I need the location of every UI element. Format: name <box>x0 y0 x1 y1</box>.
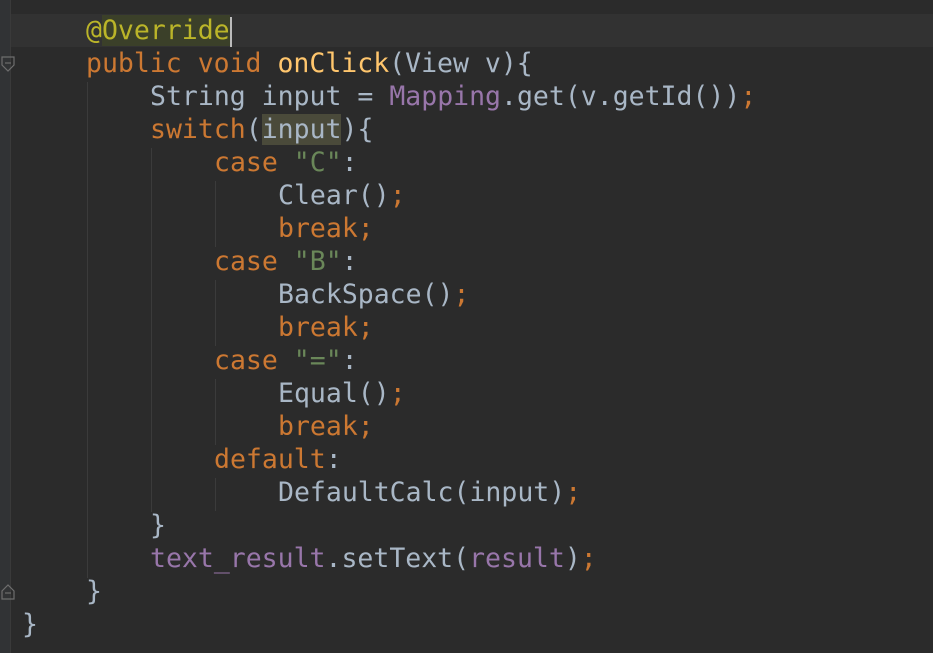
code-token: switch <box>150 114 246 145</box>
code-line[interactable]: text_result.setText(result); <box>22 542 597 575</box>
code-token: : <box>341 147 358 178</box>
code-token: ( <box>245 114 262 145</box>
code-token: ; <box>453 279 470 310</box>
code-token: Mapping <box>389 81 502 112</box>
code-token: Clear() <box>278 180 390 211</box>
code-line[interactable]: String input = Mapping.get(v.getId()); <box>22 80 756 113</box>
code-line[interactable]: DefaultCalc(input); <box>22 476 581 509</box>
code-token: default <box>214 444 326 475</box>
editor-gutter <box>0 0 10 653</box>
code-line[interactable]: Equal(); <box>22 377 406 410</box>
code-token: public <box>86 48 198 79</box>
code-token: (View v){ <box>389 48 533 79</box>
code-line[interactable]: case "B": <box>22 245 358 278</box>
code-line[interactable]: public void onClick(View v){ <box>22 47 533 80</box>
code-token: .get(v.getId()) <box>501 81 741 112</box>
code-line[interactable]: case "C": <box>22 146 358 179</box>
code-line[interactable]: switch(input){ <box>22 113 373 146</box>
code-token: : <box>341 246 358 277</box>
text-caret <box>229 16 232 47</box>
code-token: ; <box>740 81 757 112</box>
code-line[interactable]: Clear(); <box>22 179 406 212</box>
code-token: DefaultCalc(input) <box>278 477 566 508</box>
code-line[interactable]: } <box>22 509 166 542</box>
code-line[interactable]: break; <box>22 212 374 245</box>
code-token: String input = <box>150 81 390 112</box>
code-token: case <box>214 246 294 277</box>
fold-open-icon[interactable] <box>1 56 15 72</box>
code-token: "B" <box>293 246 342 277</box>
code-token: ; <box>389 378 406 409</box>
code-token: BackSpace() <box>278 279 454 310</box>
code-token: } <box>150 510 166 541</box>
code-token: void <box>197 48 278 79</box>
code-token: break; <box>278 411 374 442</box>
code-line[interactable]: break; <box>22 410 374 443</box>
code-token: Override <box>101 15 230 46</box>
code-line[interactable]: break; <box>22 311 374 344</box>
code-token: ; <box>565 477 582 508</box>
code-line[interactable]: @Override <box>22 14 232 47</box>
code-token: onClick <box>277 48 390 79</box>
code-token: case <box>214 345 294 376</box>
code-token: ; <box>389 180 406 211</box>
code-line[interactable]: } <box>22 608 38 641</box>
code-token: } <box>22 609 38 640</box>
code-line[interactable]: } <box>22 575 102 608</box>
code-editor[interactable]: @Override public void onClick(View v){Str… <box>0 0 933 653</box>
code-line[interactable]: case "=": <box>22 344 358 377</box>
code-token: : <box>341 345 358 376</box>
code-token: case <box>214 147 294 178</box>
code-token: } <box>86 576 102 607</box>
code-line[interactable]: default: <box>22 443 342 476</box>
code-line[interactable]: BackSpace(); <box>22 278 469 311</box>
code-token: "C" <box>293 147 342 178</box>
code-token: : <box>325 444 342 475</box>
code-token: Equal() <box>278 378 390 409</box>
code-token: break; <box>278 213 374 244</box>
code-token: break; <box>278 312 374 343</box>
fold-close-icon[interactable] <box>1 584 15 600</box>
code-token: @ <box>86 15 102 46</box>
code-token: ; <box>580 543 597 574</box>
code-token: input <box>261 114 342 145</box>
code-token: result <box>469 543 565 574</box>
code-token: ){ <box>341 114 374 145</box>
code-token: text_result <box>150 543 326 574</box>
code-token: ) <box>564 543 581 574</box>
code-token: .setText( <box>325 543 470 574</box>
code-token: "=" <box>293 345 342 376</box>
gutter-divider <box>10 0 11 653</box>
